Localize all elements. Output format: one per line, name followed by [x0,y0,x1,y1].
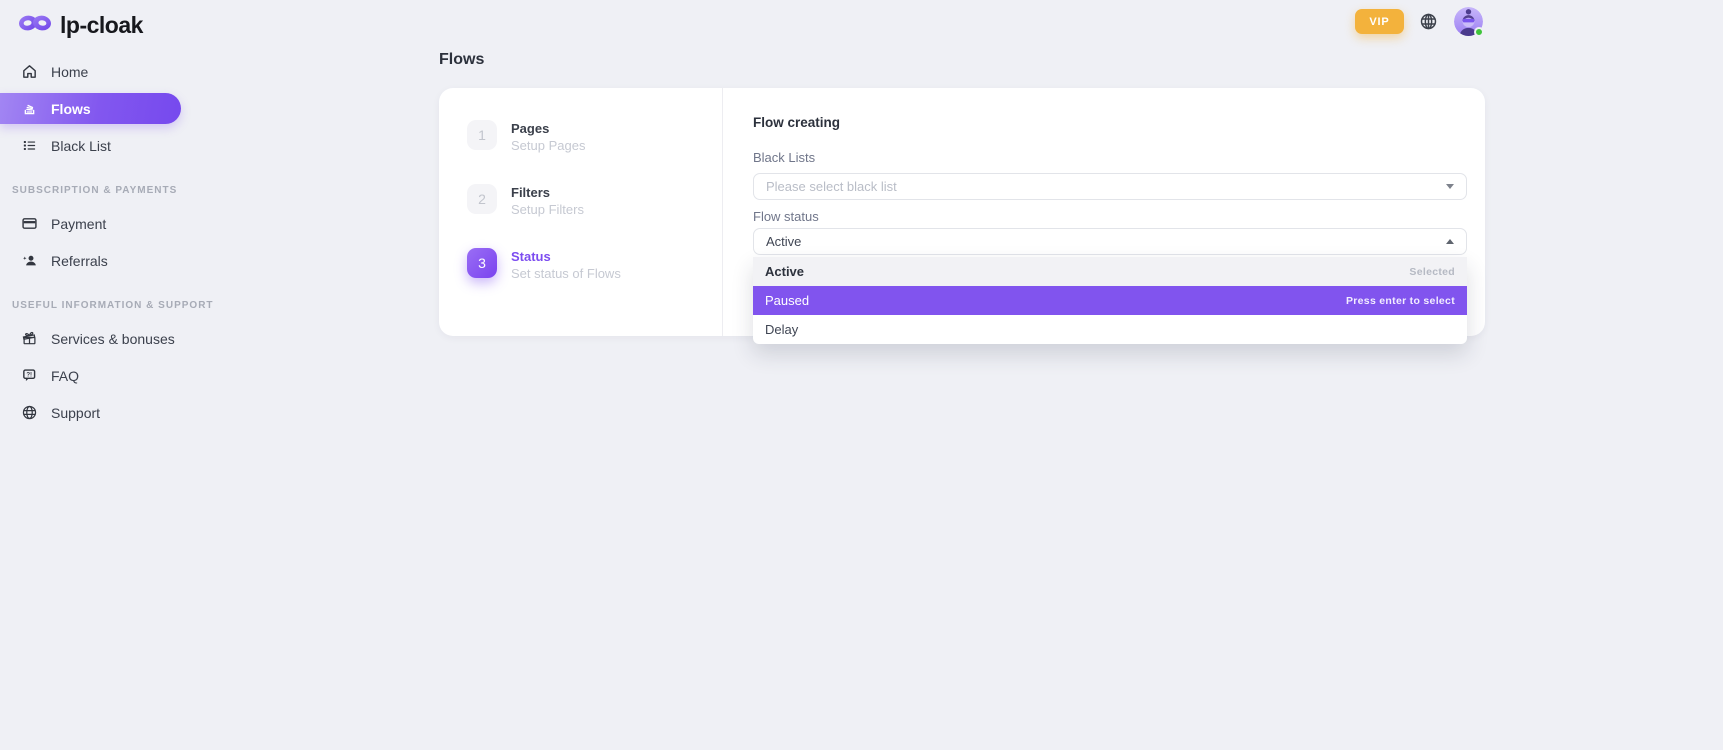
topbar-actions: VIP [1355,7,1483,36]
black-lists-placeholder: Please select black list [766,179,897,194]
step-subtitle: Setup Pages [511,138,585,153]
sidebar-item-referrals[interactable]: Referrals [0,245,181,276]
option-label: Paused [765,293,809,308]
step-title: Pages [511,121,585,136]
sidebar-item-label: Referrals [51,253,108,269]
option-paused[interactable]: Paused Press enter to select [753,286,1467,315]
option-hint: Selected [1409,266,1455,278]
step-filters[interactable]: 2 Filters Setup Filters [467,184,722,217]
black-lists-select[interactable]: Please select black list [753,173,1467,200]
step-number-badge: 3 [467,248,497,278]
step-subtitle: Setup Filters [511,202,584,217]
vip-button[interactable]: VIP [1355,9,1404,34]
home-icon [20,63,38,81]
mask-icon [18,11,52,40]
sidebar-section-subscription: SUBSCRIPTION & PAYMENTS [0,185,200,196]
wizard-stepper: 1 Pages Setup Pages 2 Filters Setup Filt… [439,88,723,336]
person-add-icon [20,252,38,270]
sidebar-item-label: Support [51,405,100,421]
option-delay[interactable]: Delay [753,315,1467,344]
chat-question-icon: ?! [20,367,38,385]
sidebar-item-label: Flows [51,101,91,117]
step-title: Status [511,249,621,264]
brand-logo[interactable]: lp-cloak [0,0,200,40]
sidebar-item-label: Home [51,64,88,80]
option-hint: Press enter to select [1346,295,1455,307]
sidebar-item-flows[interactable]: Flows [0,93,181,124]
form-title: Flow creating [753,116,1467,130]
option-label: Delay [765,322,798,337]
flow-wizard-card: 1 Pages Setup Pages 2 Filters Setup Filt… [439,88,1485,336]
flow-status-dropdown: Active Selected Paused Press enter to se… [753,257,1467,344]
brand-name: lp-cloak [60,12,143,39]
sidebar-nav: Home Flows Black List SUBSCRIPTION & PAY… [0,56,200,428]
step-pages[interactable]: 1 Pages Setup Pages [467,120,722,153]
flow-status-select[interactable]: Active [753,228,1467,255]
credit-card-icon [20,215,38,233]
user-avatar[interactable] [1454,7,1483,36]
flow-status-label: Flow status [753,209,1467,224]
sidebar-section-support: USEFUL INFORMATION & SUPPORT [0,300,200,311]
chevron-down-icon [1446,184,1454,189]
black-lists-label: Black Lists [753,150,1467,165]
step-number-badge: 1 [467,120,497,150]
flow-status-value: Active [766,234,801,249]
svg-text:?!: ?! [26,371,32,378]
step-subtitle: Set status of Flows [511,266,621,281]
section-label: SUBSCRIPTION & PAYMENTS [12,185,177,196]
flows-icon [20,100,38,118]
step-number-badge: 2 [467,184,497,214]
flow-creating-form: Flow creating Black Lists Please select … [723,88,1485,336]
option-active[interactable]: Active Selected [753,257,1467,286]
step-status[interactable]: 3 Status Set status of Flows [467,248,722,281]
option-label: Active [765,264,804,279]
sidebar-item-label: FAQ [51,368,79,384]
sidebar-item-services[interactable]: Services & bonuses [0,323,181,354]
gift-icon [20,330,38,348]
sidebar-item-home[interactable]: Home [0,56,181,87]
page-title: Flows [439,51,1485,69]
globe-icon [20,404,38,422]
step-title: Filters [511,185,584,200]
sidebar: lp-cloak Home Flows [0,0,200,750]
sidebar-item-label: Services & bonuses [51,331,175,347]
section-label: USEFUL INFORMATION & SUPPORT [12,300,214,311]
sidebar-item-black-list[interactable]: Black List [0,130,181,161]
main-content: Flows 1 Pages Setup Pages 2 Filters Setu… [439,51,1485,336]
sidebar-item-support[interactable]: Support [0,397,181,428]
sidebar-item-payment[interactable]: Payment [0,208,181,239]
sidebar-item-label: Payment [51,216,106,232]
online-status-dot [1474,27,1484,37]
language-globe-icon[interactable] [1419,12,1439,32]
chevron-up-icon [1446,239,1454,244]
black-list-icon [20,137,38,155]
sidebar-item-faq[interactable]: ?! FAQ [0,360,181,391]
sidebar-item-label: Black List [51,138,111,154]
